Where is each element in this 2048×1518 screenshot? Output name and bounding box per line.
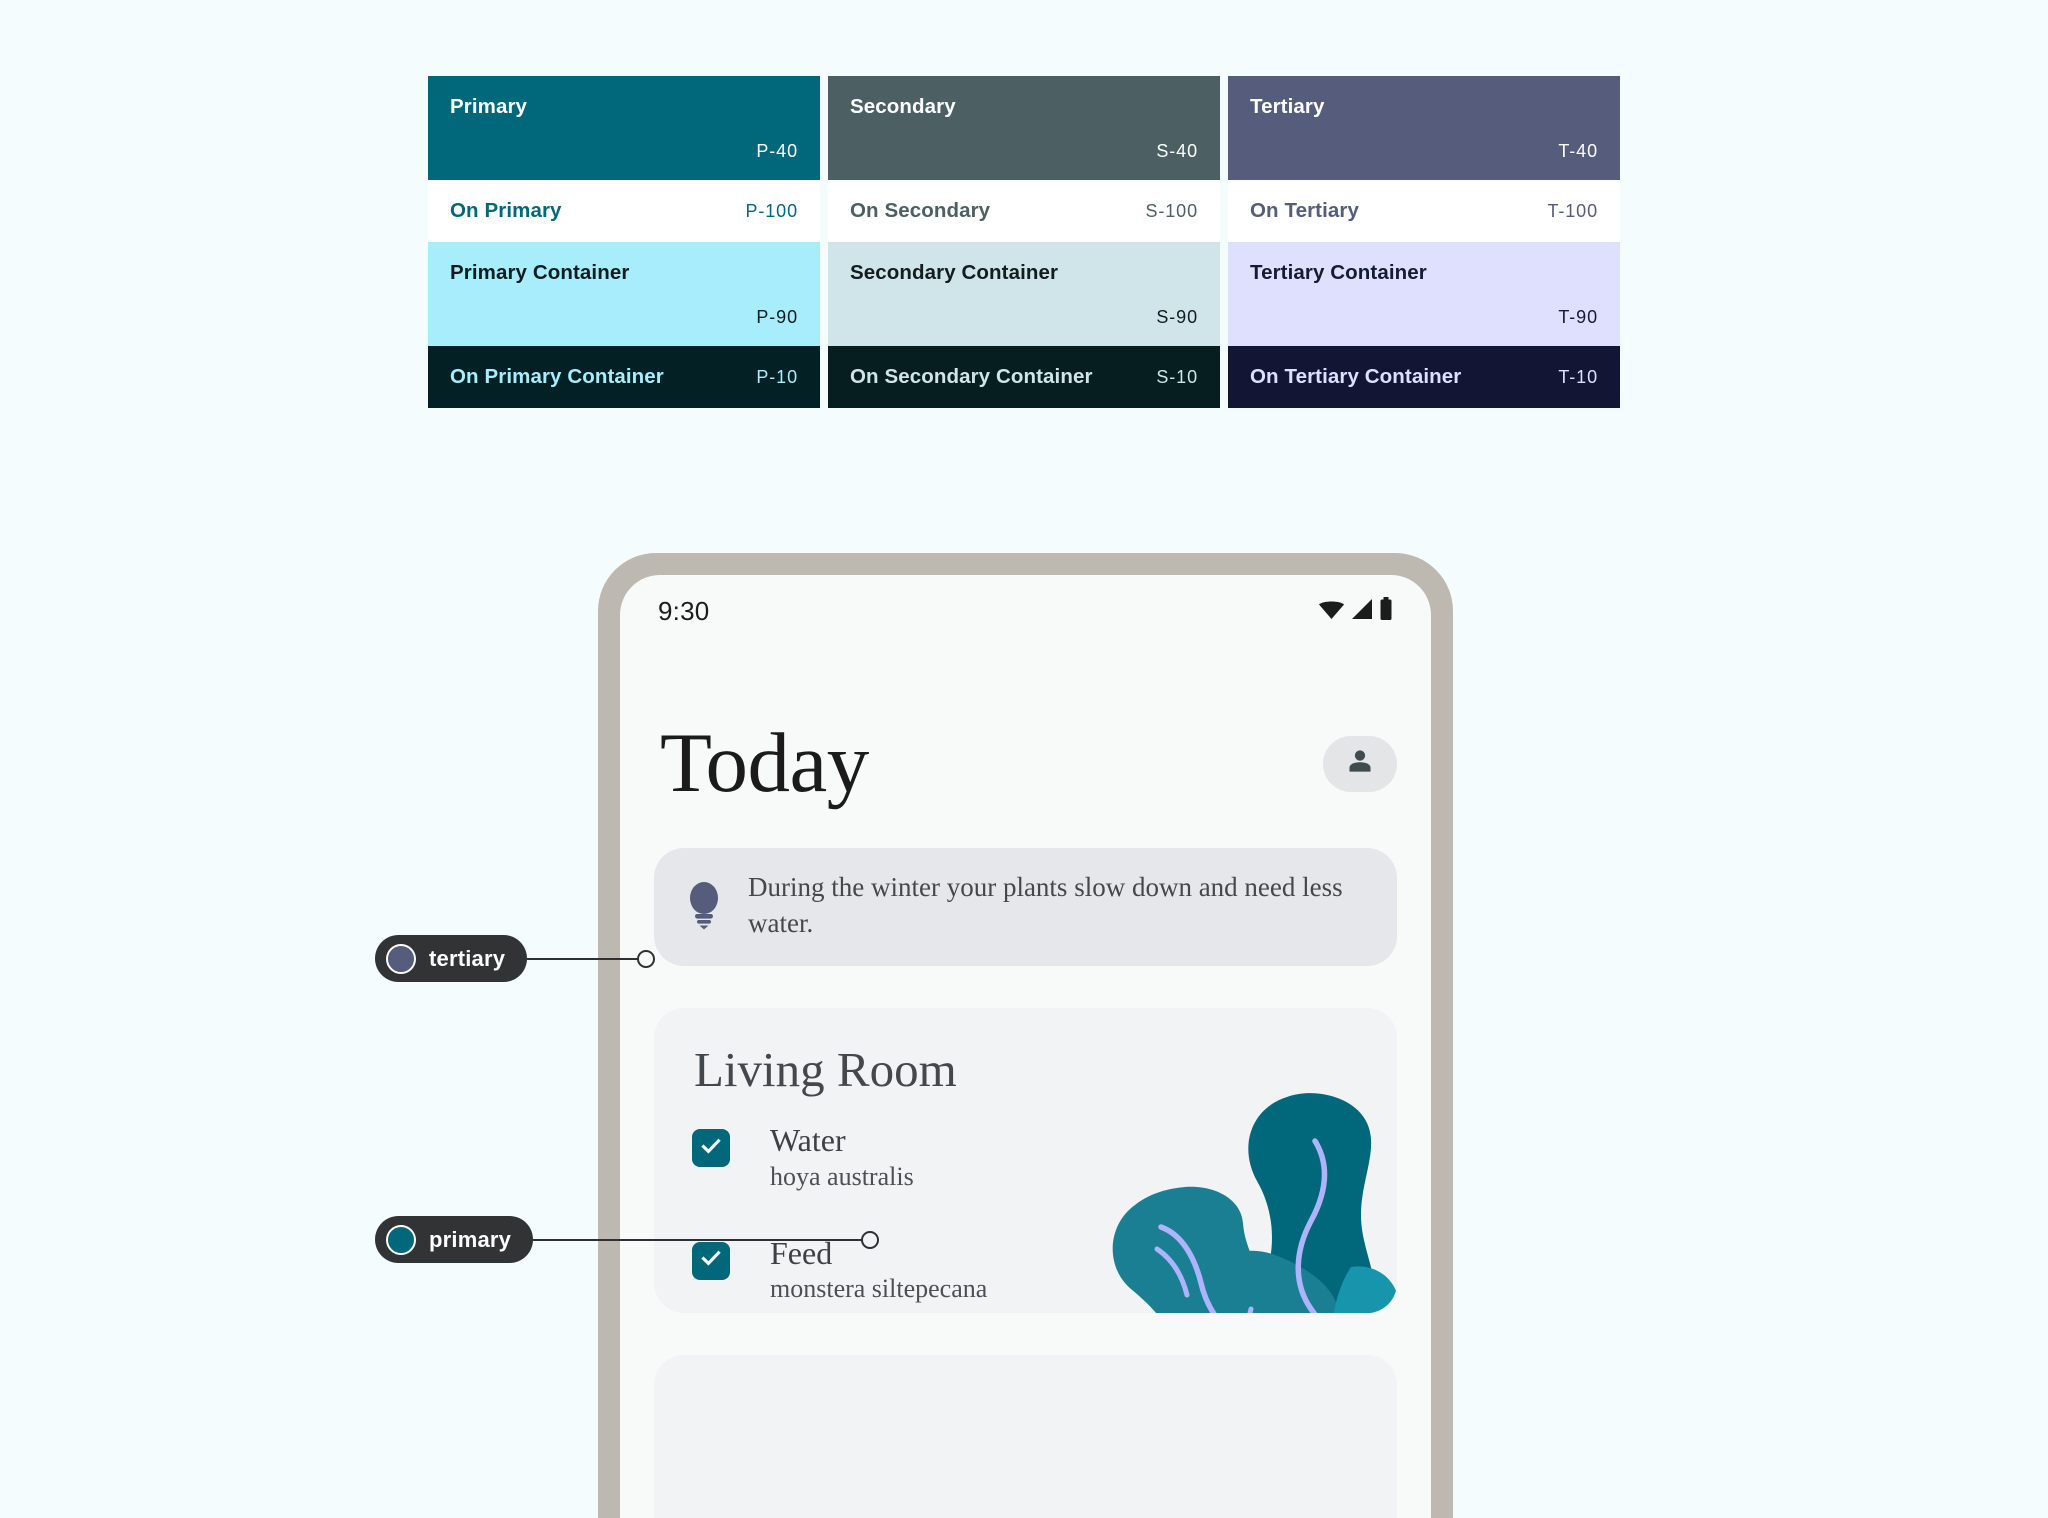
avatar[interactable] xyxy=(1323,735,1397,792)
swatch-name: On Secondary Container xyxy=(850,365,1093,388)
task-plant-name: monstera siltepecana xyxy=(770,1274,988,1304)
swatch-token: T-10 xyxy=(1558,367,1598,387)
status-bar: 9:30 xyxy=(620,575,1431,637)
swatch-name: On Primary Container xyxy=(450,365,664,388)
room-card[interactable]: Living Room Water hoya australis Feed mo… xyxy=(654,1008,1397,1313)
annotation-leader-line xyxy=(527,957,640,960)
swatch-token: T-40 xyxy=(1558,141,1598,161)
swatch-secondary[interactable]: Secondary S-40 xyxy=(828,76,1220,180)
palette-column-tertiary: Tertiary T-40 On Tertiary T-100 Tertiary… xyxy=(1228,76,1620,408)
task-checkbox[interactable] xyxy=(692,1129,730,1168)
phone-screen: 9:30 Today During the winter your plants… xyxy=(620,575,1431,1518)
annotation-pill[interactable]: tertiary xyxy=(375,935,528,982)
swatch-token: T-90 xyxy=(1558,307,1598,327)
swatch-tertiary-container[interactable]: Tertiary Container T-90 xyxy=(1228,242,1620,346)
swatch-on-primary-container[interactable]: On Primary Container P-10 xyxy=(428,346,820,408)
swatch-tertiary[interactable]: Tertiary T-40 xyxy=(1228,76,1620,180)
swatch-secondary-container[interactable]: Secondary Container S-90 xyxy=(828,242,1220,346)
annotation-color-dot xyxy=(386,1224,416,1255)
swatch-on-primary[interactable]: On Primary P-100 xyxy=(428,180,820,242)
swatch-token: P-100 xyxy=(745,201,798,221)
page-title: Today xyxy=(660,716,869,810)
swatch-name: Tertiary xyxy=(1250,95,1325,118)
swatch-name: Primary xyxy=(450,95,528,118)
person-icon xyxy=(1345,746,1375,781)
task-list: Water hoya australis Feed monstera silte… xyxy=(654,1095,1397,1303)
tip-card[interactable]: During the winter your plants slow down … xyxy=(654,848,1397,966)
swatch-primary[interactable]: Primary P-40 xyxy=(428,76,820,180)
color-palette-grid: Primary P-40 On Primary P-100 Primary Co… xyxy=(428,76,1620,408)
status-bar-icons xyxy=(1318,597,1393,625)
room-title: Living Room xyxy=(694,1042,957,1097)
task-label: Water xyxy=(770,1122,846,1159)
lightbulb-icon xyxy=(684,878,724,935)
swatch-token: P-90 xyxy=(756,307,798,327)
palette-column-primary: Primary P-40 On Primary P-100 Primary Co… xyxy=(428,76,820,408)
app-header: Today xyxy=(620,637,1431,806)
annotation-primary: primary xyxy=(375,1216,880,1263)
battery-icon xyxy=(1379,597,1393,625)
task-row[interactable]: Water hoya australis xyxy=(692,1123,1397,1191)
tip-text: During the winter your plants slow down … xyxy=(748,872,1343,938)
swatch-on-secondary-container[interactable]: On Secondary Container S-10 xyxy=(828,346,1220,408)
annotation-color-dot xyxy=(386,943,416,974)
phone-mockup: 9:30 Today During the winter your plants… xyxy=(598,553,1453,1518)
annotation-pill[interactable]: primary xyxy=(375,1216,534,1263)
swatch-token: S-40 xyxy=(1156,141,1198,161)
annotation-leader-line xyxy=(533,1238,864,1241)
check-icon xyxy=(699,1134,723,1163)
swatch-token: P-10 xyxy=(756,367,798,387)
status-bar-time: 9:30 xyxy=(658,595,710,626)
swatch-name: On Tertiary xyxy=(1250,199,1359,222)
swatch-token: S-100 xyxy=(1145,201,1198,221)
swatch-name: On Tertiary Container xyxy=(1250,365,1462,388)
swatch-name: Tertiary Container xyxy=(1250,261,1427,284)
task-plant-name: hoya australis xyxy=(770,1161,914,1191)
swatch-primary-container[interactable]: Primary Container P-90 xyxy=(428,242,820,346)
swatch-name: Secondary Container xyxy=(850,261,1059,284)
swatch-token: S-10 xyxy=(1156,367,1198,387)
task-text: Water hoya australis xyxy=(770,1123,914,1191)
annotation-label: tertiary xyxy=(429,945,506,971)
cell-signal-icon xyxy=(1350,598,1374,625)
swatch-on-secondary[interactable]: On Secondary S-100 xyxy=(828,180,1220,242)
annotation-endpoint xyxy=(637,949,656,968)
swatch-on-tertiary-container[interactable]: On Tertiary Container T-10 xyxy=(1228,346,1620,408)
swatch-token: P-40 xyxy=(756,141,798,161)
swatch-token: S-90 xyxy=(1156,307,1198,327)
swatch-name: Primary Container xyxy=(450,261,630,284)
palette-column-secondary: Secondary S-40 On Secondary S-100 Second… xyxy=(828,76,1220,408)
next-room-card[interactable] xyxy=(654,1355,1397,1518)
swatch-name: Secondary xyxy=(850,95,956,118)
annotation-label: primary xyxy=(429,1226,512,1252)
annotation-tertiary: tertiary xyxy=(375,935,656,982)
swatch-token: T-100 xyxy=(1547,201,1598,221)
annotation-endpoint xyxy=(861,1230,880,1249)
swatch-on-tertiary[interactable]: On Tertiary T-100 xyxy=(1228,180,1620,242)
wifi-icon xyxy=(1318,598,1345,625)
